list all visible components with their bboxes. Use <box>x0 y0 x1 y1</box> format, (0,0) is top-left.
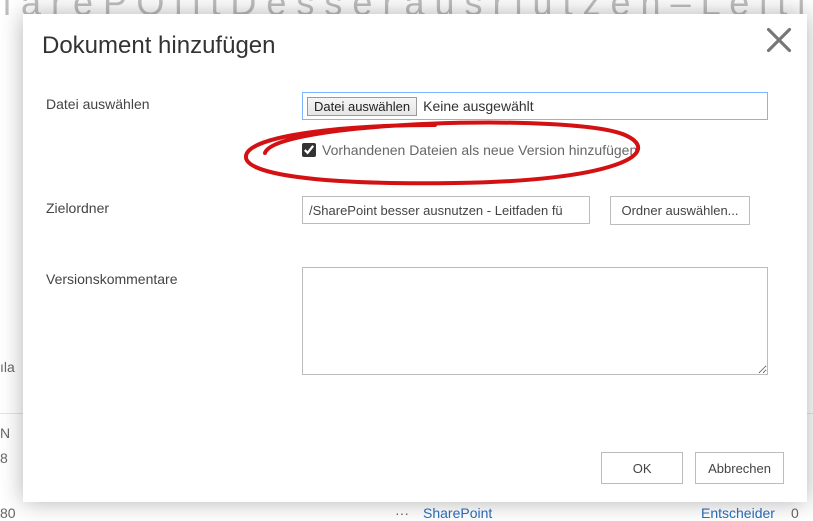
comments-row: Versionskommentare <box>46 267 784 380</box>
destination-input[interactable] <box>302 196 590 224</box>
comments-textarea[interactable] <box>302 267 768 375</box>
close-icon[interactable] <box>765 26 793 54</box>
ok-button[interactable]: OK <box>601 452 683 484</box>
choose-file-button[interactable]: Datei auswählen <box>307 97 417 116</box>
overwrite-row: Vorhandenen Dateien als neue Version hin… <box>46 142 784 162</box>
file-picker[interactable]: Datei auswählen Keine ausgewählt <box>302 92 768 120</box>
file-label: Datei auswählen <box>46 92 302 112</box>
add-document-dialog: Dokument hinzufügen Datei auswählen Date… <box>23 14 807 502</box>
bg-link[interactable]: Entscheider <box>701 505 775 521</box>
destination-row: Zielordner Ordner auswählen... <box>46 196 784 225</box>
bg-text: 0 <box>791 505 799 521</box>
bg-text: 80 <box>0 505 16 521</box>
dialog-title: Dokument hinzufügen <box>42 32 275 60</box>
file-row: Datei auswählen Datei auswählen Keine au… <box>46 92 784 120</box>
bg-text: ıla <box>0 359 15 375</box>
bg-text: 8 <box>0 450 8 466</box>
overwrite-checkbox-wrap[interactable]: Vorhandenen Dateien als neue Version hin… <box>302 142 637 158</box>
file-status-text: Keine ausgewählt <box>423 98 534 114</box>
comments-label: Versionskommentare <box>46 267 302 287</box>
overwrite-checkbox-label: Vorhandenen Dateien als neue Version hin… <box>322 142 637 158</box>
overwrite-checkbox[interactable] <box>302 143 316 157</box>
bg-link[interactable]: SharePoint <box>423 505 492 521</box>
cancel-button[interactable]: Abbrechen <box>695 452 784 484</box>
dialog-buttons: OK Abbrechen <box>601 452 784 484</box>
browse-folder-button[interactable]: Ordner auswählen... <box>610 196 749 225</box>
destination-label: Zielordner <box>46 196 302 216</box>
bg-text: ··· <box>395 505 409 521</box>
dialog-form: Datei auswählen Datei auswählen Keine au… <box>46 92 784 482</box>
bg-text: N <box>0 425 10 441</box>
